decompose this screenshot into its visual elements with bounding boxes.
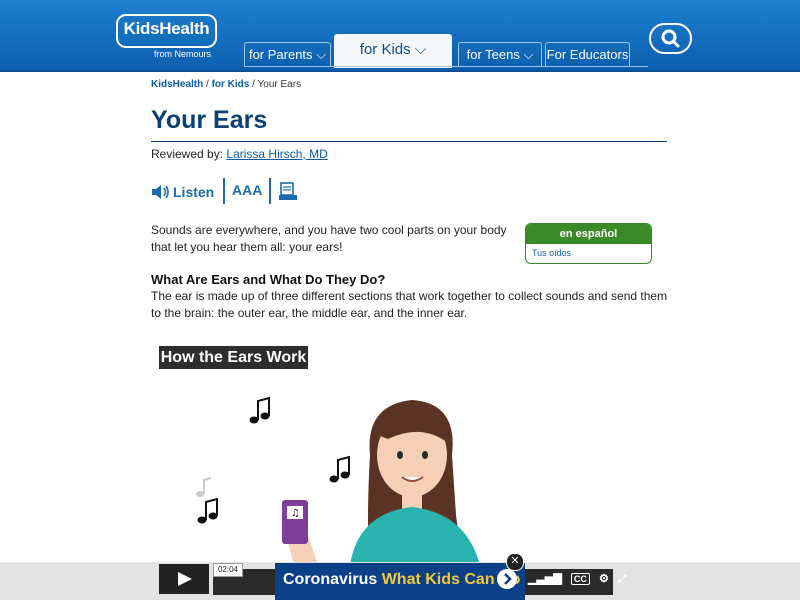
- video-title: How the Ears Work: [159, 346, 308, 369]
- chevron-down-icon: ⌵: [414, 41, 427, 58]
- music-note-icon: [249, 396, 270, 424]
- close-button[interactable]: ✕: [506, 553, 524, 571]
- play-button[interactable]: [159, 564, 209, 594]
- espanol-header: en español: [526, 224, 651, 244]
- breadcrumb-current: Your Ears: [257, 79, 302, 90]
- print-icon[interactable]: [278, 182, 298, 202]
- espanol-link[interactable]: Tus oídos: [526, 244, 651, 258]
- tab-for-teens[interactable]: for Teens ⌵: [458, 42, 542, 67]
- logo-text: KidsHealth: [123, 19, 210, 38]
- tab-for-kids[interactable]: for Kids ⌵: [334, 34, 452, 68]
- page-title: Your Ears: [151, 106, 268, 134]
- video-icons: ▁▃▅▇ CC ⚙ ⤢: [528, 572, 627, 586]
- text-size-label: AAA: [232, 182, 263, 198]
- volume-icon[interactable]: ▁▃▅▇: [528, 573, 562, 585]
- tab-label: for Teens: [466, 47, 520, 62]
- text-size-button[interactable]: AAA: [232, 182, 262, 200]
- music-note-icon: [196, 477, 212, 497]
- tab-label: for Parents: [248, 47, 313, 62]
- tool-divider: [269, 178, 271, 204]
- reviewed-label: Reviewed by:: [151, 147, 224, 161]
- chevron-down-icon: ⌵: [316, 47, 327, 62]
- logo-subtitle: from Nemours: [153, 49, 211, 59]
- reviewed-by: Reviewed by: Larissa Hirsch, MD: [151, 147, 328, 161]
- ear-illustration: ♫: [196, 396, 480, 565]
- intro-paragraph: Sounds are everywhere, and you have two …: [151, 223, 507, 254]
- girl-figure: ♫: [282, 400, 480, 565]
- cc-button[interactable]: CC: [570, 573, 590, 585]
- promo-arrow-button[interactable]: [497, 569, 517, 589]
- chevron-right-icon: [504, 573, 512, 585]
- title-divider: [151, 141, 667, 142]
- reviewer-link[interactable]: Larissa Hirsch, MD: [226, 147, 327, 161]
- speaker-icon: [152, 185, 169, 199]
- promo-banner[interactable]: Coronavirus What Kids Can Do: [275, 563, 525, 600]
- video-time: 02:04: [213, 563, 243, 577]
- listen-button[interactable]: Listen: [173, 184, 214, 200]
- breadcrumb-link-kidshealth[interactable]: KidsHealth: [151, 79, 203, 90]
- tool-divider: [223, 178, 225, 204]
- music-note-icon: [329, 455, 350, 483]
- section-heading: What Are Ears and What Do They Do?: [151, 272, 386, 287]
- svg-text:♫: ♫: [291, 508, 300, 519]
- tab-for-parents[interactable]: for Parents ⌵: [244, 42, 331, 67]
- espanol-box: en español Tus oídos: [525, 223, 652, 264]
- search-icon: [661, 29, 680, 48]
- promo-text-a: Coronavirus: [283, 571, 378, 588]
- tab-for-educators[interactable]: For Educators: [545, 42, 630, 67]
- chevron-down-icon: ⌵: [523, 47, 534, 62]
- tab-label: For Educators: [546, 47, 629, 62]
- search-button[interactable]: [649, 23, 692, 54]
- fullscreen-icon[interactable]: ⤢: [618, 573, 627, 585]
- kidshealth-logo[interactable]: KidsHealth: [116, 14, 217, 48]
- gear-icon[interactable]: ⚙: [599, 573, 609, 585]
- tab-label: for Kids: [359, 41, 411, 58]
- music-note-icon: [197, 497, 218, 524]
- breadcrumb: KidsHealth / for Kids / Your Ears: [151, 79, 302, 90]
- close-icon: ✕: [510, 555, 520, 567]
- breadcrumb-link-for-kids[interactable]: for Kids: [212, 79, 250, 90]
- tab-underline: [244, 66, 648, 67]
- play-icon: [178, 572, 192, 586]
- section-paragraph: The ear is made up of three different se…: [151, 289, 668, 320]
